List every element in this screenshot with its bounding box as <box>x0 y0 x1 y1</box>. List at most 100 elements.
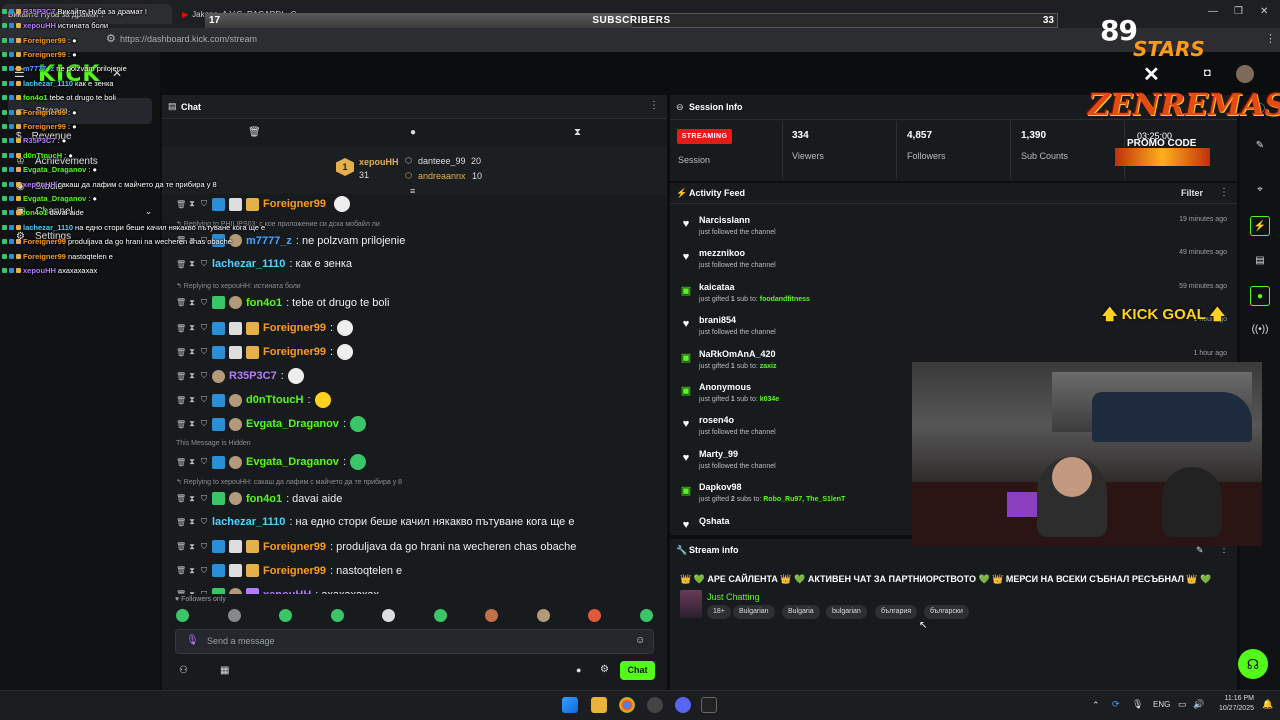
filter-button[interactable]: Filter <box>1181 188 1203 198</box>
activity-username[interactable]: Dapkov98 <box>699 482 742 492</box>
trash-icon[interactable]: 🗑 <box>176 590 186 594</box>
trash-icon[interactable]: 🗑 <box>176 324 186 333</box>
shield-icon[interactable]: ⛉ <box>200 457 208 467</box>
quick-emote-icon[interactable] <box>227 609 241 622</box>
volume-icon[interactable]: 🔊 <box>1193 699 1204 710</box>
quick-emote-icon[interactable] <box>176 609 189 622</box>
pen-icon[interactable]: ✎ <box>1250 136 1270 156</box>
category-thumbnail[interactable] <box>680 590 702 618</box>
emoji-picker-icon[interactable]: ☺ <box>635 635 645 646</box>
chat-username[interactable]: d0nTtoucH <box>246 394 303 406</box>
quick-emote-icon[interactable] <box>639 609 653 622</box>
chat-settings-icon[interactable]: ⚙ <box>600 664 609 675</box>
hourglass-icon[interactable]: ⧗ <box>188 566 196 576</box>
shield-icon[interactable]: ⛉ <box>200 494 208 504</box>
gift-recipient[interactable]: zaxiz <box>760 363 777 370</box>
chat-icon[interactable]: ● <box>410 127 416 138</box>
quick-emote-icon[interactable] <box>330 609 344 622</box>
notification-icon[interactable]: 🔔 <box>1262 699 1273 710</box>
shield-icon[interactable]: ⛉ <box>200 517 208 527</box>
discord-icon[interactable] <box>675 697 691 713</box>
quick-emote-icon[interactable] <box>588 609 601 622</box>
activity-username[interactable]: Marty_99 <box>699 449 738 459</box>
chat-username[interactable]: Foreigner99 <box>263 322 326 334</box>
hourglass-icon[interactable]: ⧗ <box>188 457 196 467</box>
chat-username[interactable]: Foreigner99 <box>263 565 326 577</box>
chat-username[interactable]: Evgata_Draganov <box>246 418 339 430</box>
trash-icon[interactable]: 🗑 <box>176 518 186 527</box>
hourglass-icon[interactable]: ⧗ <box>188 347 196 357</box>
hourglass-icon[interactable]: ⧗ <box>188 590 196 595</box>
lightning-rail-icon[interactable]: ⚡ <box>1250 216 1270 236</box>
activity-username[interactable]: kaicataa <box>699 282 735 292</box>
chat-users-icon[interactable]: ⚇ <box>179 665 188 676</box>
hourglass-icon[interactable]: ⧗ <box>188 494 196 504</box>
shield-icon[interactable]: ⛉ <box>200 542 208 552</box>
chat-username[interactable]: fon4o1 <box>246 493 282 505</box>
document-icon[interactable]: ▤ <box>1250 251 1270 271</box>
microphone-icon[interactable]: 🎙 <box>186 635 199 646</box>
hourglass-icon[interactable]: ⧗ <box>188 371 196 381</box>
trash-icon[interactable]: 🗑 <box>176 348 186 357</box>
shield-icon[interactable]: ⛉ <box>200 590 208 595</box>
hourglass-icon[interactable]: ⧗ <box>188 419 196 429</box>
trash-icon[interactable]: 🗑 <box>176 372 186 381</box>
chat-username[interactable]: Evgata_Draganov <box>246 456 339 468</box>
shield-icon[interactable]: ⛉ <box>200 419 208 429</box>
avatar[interactable] <box>1236 65 1254 83</box>
activity-username[interactable]: brani854 <box>699 315 736 325</box>
trash-icon[interactable]: 🗑 <box>176 542 186 551</box>
chat-username[interactable]: fon4o1 <box>246 297 282 309</box>
shield-icon[interactable]: ⛉ <box>200 323 208 333</box>
chat-username[interactable]: Foreigner99 <box>263 346 326 358</box>
chat-username[interactable]: R35P3C7 <box>229 370 277 382</box>
hourglass-icon[interactable]: ⧗ <box>188 542 196 552</box>
shield-icon[interactable]: ⛉ <box>200 566 208 576</box>
gift-recipient[interactable]: Robo_Ru97, The_S1lenT <box>763 496 845 503</box>
shield-icon[interactable]: ⛉ <box>200 347 208 357</box>
activity-username[interactable]: mezznikoo <box>699 248 745 258</box>
activity-username[interactable]: Anonymous <box>699 382 751 392</box>
hourglass-icon[interactable]: ⧗ <box>574 127 581 138</box>
activity-username[interactable]: NaRkOmAnA_420 <box>699 349 776 359</box>
chat-rules-icon[interactable]: ● <box>576 665 581 675</box>
shield-icon[interactable]: ⛉ <box>200 298 208 308</box>
trash-icon[interactable]: 🗑 <box>176 420 186 429</box>
gift-recipient[interactable]: k034e <box>760 396 779 403</box>
trash-icon[interactable]: 🗑 <box>176 458 186 467</box>
quick-emote-icon[interactable] <box>433 609 447 622</box>
edit-icon[interactable]: ✎ <box>1196 545 1204 556</box>
activity-username[interactable]: rosen4o <box>699 415 734 425</box>
trash-icon[interactable]: 🗑 <box>176 396 186 405</box>
activity-username[interactable]: Qshata <box>699 516 730 526</box>
mic-tray-icon[interactable]: 🎙 <box>1132 699 1143 710</box>
quick-emote-icon[interactable] <box>279 609 292 622</box>
terminal-icon[interactable] <box>701 697 717 713</box>
gamepad-icon[interactable]: ◘ <box>1204 67 1211 79</box>
sync-icon[interactable]: ⟳ <box>1112 699 1120 710</box>
category-link[interactable]: Just Chatting <box>707 592 760 602</box>
chrome-icon[interactable] <box>619 697 635 713</box>
trash-icon[interactable]: 🗑 <box>176 298 186 307</box>
store-icon[interactable]: ▦ <box>220 665 229 676</box>
app-icon[interactable] <box>647 697 663 713</box>
hourglass-icon[interactable]: ⧗ <box>188 395 196 405</box>
network-icon[interactable]: ▭ <box>1178 699 1187 710</box>
activity-username[interactable]: Narcisslann <box>699 215 750 225</box>
chat-rail-icon[interactable]: ● <box>1250 286 1270 306</box>
shield-icon[interactable]: ⛉ <box>200 395 208 405</box>
quick-emote-icon[interactable] <box>382 609 395 622</box>
clock-date[interactable]: 10/27/2025 <box>1210 705 1254 712</box>
hourglass-icon[interactable]: ⧗ <box>188 517 196 527</box>
clock-time[interactable]: 11:16 PM <box>1210 695 1254 702</box>
browser-menu-icon[interactable]: ⋮ <box>1265 32 1276 45</box>
chat-username[interactable]: xepouHH <box>263 589 311 595</box>
file-explorer-icon[interactable] <box>591 697 607 713</box>
quick-emote-icon[interactable] <box>485 609 498 622</box>
crosshair-icon[interactable]: ⌖ <box>1250 180 1270 200</box>
trash-icon[interactable]: 🗑 <box>176 566 186 575</box>
activity-more-icon[interactable]: ⋮ <box>1219 187 1229 198</box>
quick-emote-icon[interactable] <box>536 609 550 622</box>
hourglass-icon[interactable]: ⧗ <box>188 323 196 333</box>
support-button[interactable]: ☊ <box>1238 649 1268 679</box>
